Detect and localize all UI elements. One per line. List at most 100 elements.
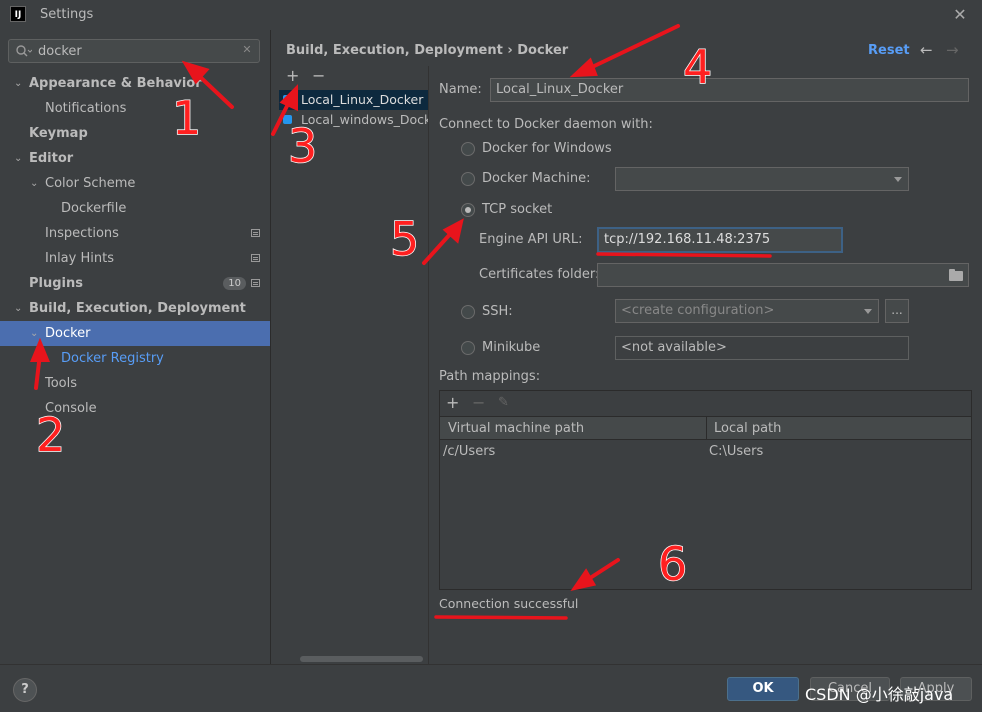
window-title: Settings [40, 7, 94, 22]
server-list-scrollbar[interactable] [300, 656, 423, 662]
chevron-down-icon[interactable]: ⌄ [30, 321, 42, 346]
sidebar-divider [270, 30, 271, 664]
sidebar-item[interactable]: Docker Registry [0, 346, 270, 371]
sidebar-item-label: Keymap [29, 126, 88, 141]
path-mappings-label: Path mappings: [439, 369, 541, 384]
column-header-local-path[interactable]: Local path [714, 421, 781, 436]
minikube-field: <not available> [615, 336, 909, 360]
docker-machine-select[interactable] [615, 167, 909, 191]
remove-mapping-button[interactable]: − [472, 393, 485, 412]
close-icon[interactable]: ✕ [950, 5, 970, 25]
project-settings-icon [251, 279, 260, 287]
sidebar-item[interactable]: Tools [0, 371, 270, 396]
sidebar-item-label: Build, Execution, Deployment [29, 301, 246, 316]
ok-button[interactable]: OK [727, 677, 799, 701]
sidebar-item-label: Docker [45, 326, 91, 341]
minikube-radio[interactable] [461, 341, 475, 355]
help-button[interactable]: ? [13, 678, 37, 702]
sidebar-item[interactable]: Inlay Hints [0, 246, 270, 271]
sidebar-item[interactable]: ⌄ Editor [0, 146, 270, 171]
ssh-config-select[interactable]: <create configuration> [615, 299, 879, 323]
underline-engine-url [596, 252, 772, 258]
sidebar-item[interactable]: ⌄ Build, Execution, Deployment [0, 296, 270, 321]
sidebar-item-label: Inspections [45, 226, 119, 241]
connect-label: Connect to Docker daemon with: [439, 117, 653, 132]
forward-arrow-icon[interactable]: → [946, 41, 959, 59]
name-field[interactable]: Local_Linux_Docker [490, 78, 969, 102]
engine-api-url-label: Engine API URL: [479, 232, 583, 247]
back-arrow-icon[interactable]: ← [920, 41, 933, 59]
certificates-folder-label: Certificates folder: [479, 267, 600, 282]
column-header-vm-path[interactable]: Virtual machine path [448, 421, 584, 436]
sidebar-item-label: Console [45, 401, 97, 416]
content-divider [428, 66, 429, 664]
column-divider[interactable] [706, 416, 707, 440]
sidebar-item-label: Dockerfile [61, 201, 127, 216]
docker-machine-label: Docker Machine: [482, 171, 591, 186]
sidebar-item-label: Editor [29, 151, 74, 166]
sidebar-item[interactable]: ⌄ Docker [0, 321, 270, 346]
edit-mapping-icon[interactable]: ✎ [498, 395, 509, 410]
sidebar-item-label: Appearance & Behavior [29, 76, 202, 91]
reset-link[interactable]: Reset [868, 43, 910, 58]
sidebar-item[interactable]: ⌄ Appearance & Behavior [0, 71, 270, 96]
sidebar-item[interactable]: Plugins 10 [0, 271, 270, 296]
sidebar-item[interactable]: Console [0, 396, 270, 421]
docker-for-windows-radio[interactable] [461, 142, 475, 156]
chevron-down-icon[interactable]: ⌄ [14, 296, 26, 321]
chevron-down-icon[interactable]: ⌄ [14, 146, 26, 171]
project-settings-icon [251, 254, 260, 262]
chevron-down-icon [894, 177, 902, 182]
engine-api-url-input[interactable]: tcp://192.168.11.48:2375 [597, 227, 843, 253]
ssh-radio[interactable] [461, 305, 475, 319]
tcp-socket-radio[interactable] [461, 203, 475, 217]
folder-icon[interactable] [949, 269, 963, 281]
sidebar-item-label: Color Scheme [45, 176, 136, 191]
sidebar-item[interactable]: Keymap [0, 121, 270, 146]
tcp-socket-label: TCP socket [482, 202, 553, 217]
server-list-item[interactable]: Local_Linux_Docker [279, 90, 428, 110]
remove-server-button[interactable]: − [312, 66, 325, 85]
search-icon [16, 45, 32, 57]
ssh-more-button[interactable]: ... [885, 299, 909, 323]
footer-divider [0, 664, 982, 665]
search-input[interactable] [38, 42, 238, 60]
chevron-down-icon[interactable]: ⌄ [30, 171, 42, 196]
ssh-label: SSH: [482, 304, 513, 319]
docker-icon [283, 115, 292, 124]
sidebar-item[interactable]: Inspections [0, 221, 270, 246]
chevron-down-icon [864, 309, 872, 314]
add-mapping-button[interactable]: + [446, 393, 459, 412]
underline-status [434, 615, 568, 620]
certificates-folder-input[interactable] [597, 263, 969, 287]
name-label: Name: [439, 82, 482, 97]
docker-for-windows-label: Docker for Windows [482, 141, 612, 156]
title-bar [0, 0, 982, 30]
server-list-item-label: Local_Linux_Docker [301, 92, 424, 107]
sidebar-item-label: Inlay Hints [45, 251, 114, 266]
docker-machine-radio[interactable] [461, 172, 475, 186]
clear-search-icon[interactable]: ✕ [240, 43, 254, 57]
sidebar-item[interactable]: Notifications [0, 96, 270, 121]
sidebar-item-label: Docker Registry [61, 351, 164, 366]
sidebar-item-label: Tools [45, 376, 78, 391]
plugins-count-badge: 10 [223, 277, 246, 290]
minikube-label: Minikube [482, 340, 541, 355]
arrowhead-5 [442, 218, 464, 244]
add-server-button[interactable]: + [286, 66, 299, 85]
server-list-item-label: Local_windows_Docker [301, 112, 428, 127]
sidebar-item-label: Plugins [29, 276, 83, 291]
connection-status: Connection successful [439, 596, 579, 611]
sidebar-item[interactable]: ⌄ Color Scheme [0, 171, 270, 196]
arrow-4 [586, 24, 680, 71]
table-cell-local-path[interactable]: C:\Users [709, 444, 763, 459]
chevron-down-icon[interactable]: ⌄ [14, 71, 26, 96]
table-cell-vm-path[interactable]: /c/Users [443, 444, 495, 459]
annotation-number-5: 5 [390, 212, 419, 266]
sidebar-item[interactable]: Dockerfile [0, 196, 270, 221]
docker-icon [283, 95, 292, 104]
watermark: CSDN @小徐敲java [805, 685, 954, 704]
project-settings-icon [251, 229, 260, 237]
ssh-config-value: <create configuration> [621, 303, 775, 318]
server-list-item[interactable]: Local_windows_Docker [279, 110, 428, 130]
